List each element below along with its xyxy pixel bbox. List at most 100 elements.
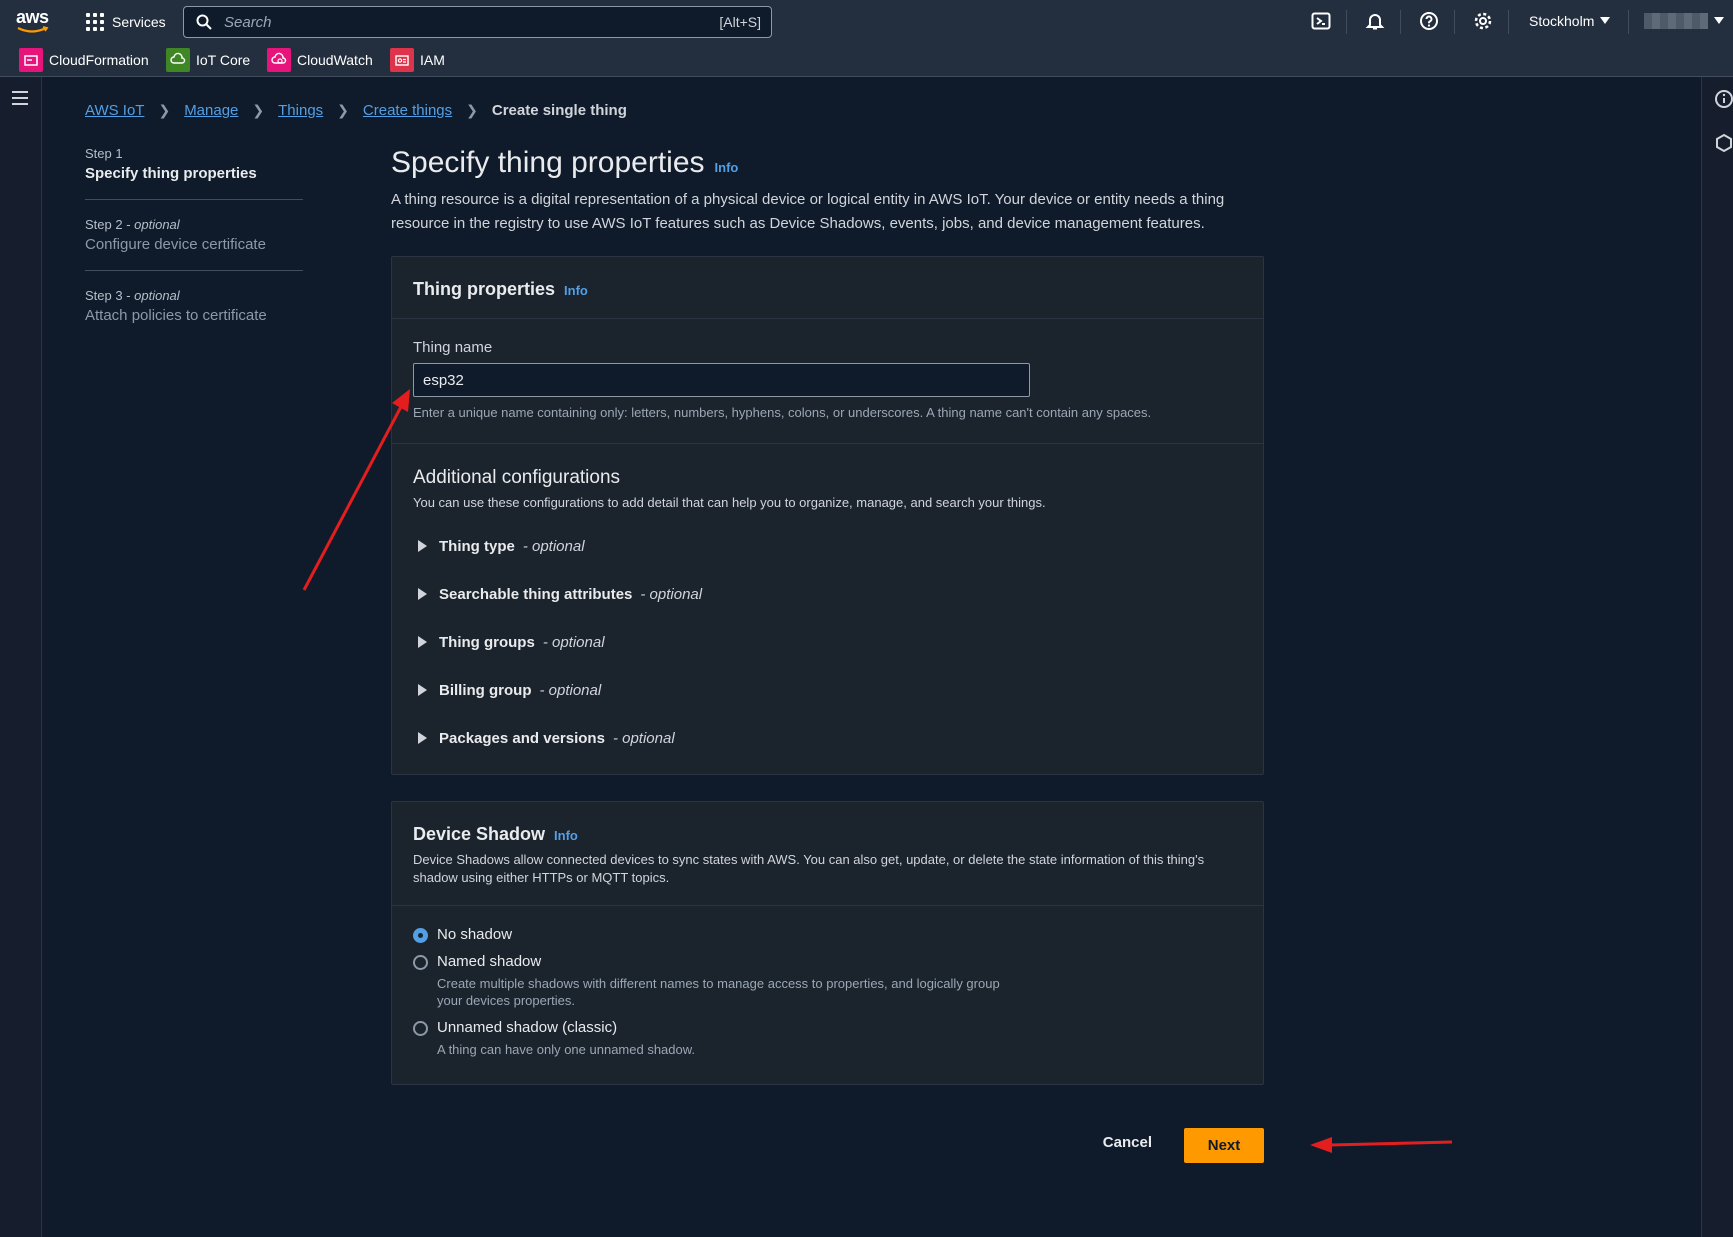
favorite-cloudwatch[interactable]: CloudWatch (267, 48, 373, 72)
cloudwatch-icon (267, 48, 291, 72)
caret-down-icon (1600, 17, 1611, 24)
radio-unselected-icon[interactable] (413, 955, 428, 970)
tools-rail (1701, 77, 1733, 1237)
search-icon (196, 14, 212, 30)
info-link[interactable]: Info (715, 160, 739, 175)
breadcrumb-current: Create single thing (491, 102, 627, 119)
settings-gear-icon[interactable] (1472, 10, 1494, 32)
chevron-right-icon: ❯ (466, 102, 478, 118)
services-button[interactable]: Services (86, 10, 166, 34)
radio-unnamed-shadow[interactable]: Unnamed shadow (classic) A thing can have… (413, 1019, 1242, 1058)
aws-logo[interactable]: aws (16, 8, 54, 36)
favorite-label: CloudFormation (49, 52, 149, 68)
caret-down-icon (1714, 17, 1724, 24)
iam-icon (390, 48, 414, 72)
caret-right-icon (418, 540, 427, 552)
step-title: Configure device certificate (85, 236, 266, 253)
breadcrumb-aws-iot[interactable]: AWS IoT (85, 102, 144, 119)
search-shortcut: [Alt+S] (719, 14, 761, 30)
caret-right-icon (418, 732, 427, 744)
expander-thing-groups[interactable]: Thing groups - optional (413, 618, 1242, 666)
notifications-bell-icon[interactable] (1364, 10, 1386, 32)
breadcrumb-manage[interactable]: Manage (184, 102, 238, 119)
additional-configurations-description: You can use these configurations to add … (413, 495, 1046, 510)
top-navigation-bar: aws Services [Alt+S] Stockholm (0, 0, 1733, 44)
divider (1628, 10, 1629, 34)
radio-description: A thing can have only one unnamed shadow… (437, 1042, 696, 1057)
thing-properties-panel: Thing properties Info Thing name Enter a … (391, 256, 1264, 775)
form-actions: Cancel Next (391, 1128, 1264, 1164)
favorite-label: IoT Core (196, 52, 251, 68)
step-title: Attach policies to certificate (85, 307, 267, 324)
panel-header: Device Shadow Info Device Shadows allow c… (392, 802, 1263, 906)
divider (1400, 10, 1401, 34)
help-icon[interactable] (1418, 10, 1440, 32)
breadcrumb-things[interactable]: Things (278, 102, 323, 119)
aws-smile-icon (17, 26, 49, 33)
radio-unselected-icon[interactable] (413, 1021, 428, 1036)
tutorials-icon[interactable] (1714, 133, 1733, 153)
wizard-step-1[interactable]: Step 1 Specify thing properties (85, 146, 303, 200)
expander-packages-and-versions[interactable]: Packages and versions - optional (413, 714, 1242, 762)
cloudformation-icon (19, 48, 43, 72)
grid-menu-icon (86, 13, 104, 31)
info-panel-icon[interactable] (1714, 89, 1733, 109)
search-box[interactable]: [Alt+S] (183, 6, 772, 38)
radio-no-shadow[interactable]: No shadow (413, 926, 1242, 943)
radio-label: Unnamed shadow (classic) (437, 1019, 618, 1036)
divider (1346, 10, 1347, 34)
breadcrumb-create-things[interactable]: Create things (363, 102, 452, 119)
account-name-redacted (1644, 13, 1708, 29)
radio-label: Named shadow (437, 953, 542, 970)
chevron-right-icon: ❯ (158, 102, 171, 118)
expander-searchable-thing-attributes[interactable]: Searchable thing attributes - optional (413, 570, 1242, 618)
step-number: Step 3 - optional (85, 288, 180, 303)
favorite-iot-core[interactable]: IoT Core (166, 48, 250, 72)
wizard-steps: Step 1 Specify thing properties Step 2 -… (85, 146, 303, 358)
additional-configurations-heading: Additional configurations (413, 467, 621, 488)
shadow-radio-group: No shadow Named shadow Create multiple sh… (392, 906, 1263, 1084)
breadcrumb: AWS IoT ❯ Manage ❯ Things ❯ Create thing… (85, 102, 627, 119)
services-label: Services (112, 14, 166, 30)
divider (1508, 10, 1509, 34)
step-title: Specify thing properties (85, 165, 257, 182)
radio-selected-icon[interactable] (413, 928, 428, 943)
favorites-bar: CloudFormation IoT Core CloudWatch IAM (0, 44, 1733, 77)
device-shadow-description: Device Shadows allow connected devices t… (413, 852, 1205, 885)
wizard-step-2[interactable]: Step 2 - optional Configure device certi… (85, 217, 303, 271)
step-number: Step 2 - optional (85, 217, 180, 232)
favorite-label: IAM (420, 52, 445, 68)
page-title: Specify thing properties Info (391, 146, 1264, 180)
thing-name-input[interactable] (413, 363, 1030, 397)
wizard-step-3[interactable]: Step 3 - optional Attach policies to cer… (85, 288, 303, 341)
info-link[interactable]: Info (554, 828, 578, 843)
thing-name-field: Thing name Enter a unique name containin… (392, 319, 1263, 444)
additional-configurations: Additional configurations You can use th… (392, 444, 1263, 774)
expander-thing-type[interactable]: Thing type - optional (413, 522, 1242, 570)
iot-core-icon (166, 48, 190, 72)
favorite-iam[interactable]: IAM (390, 48, 445, 72)
chevron-right-icon: ❯ (252, 102, 265, 118)
caret-right-icon (418, 588, 427, 600)
next-button[interactable]: Next (1184, 1128, 1264, 1163)
device-shadow-panel: Device Shadow Info Device Shadows allow c… (391, 801, 1264, 1085)
aws-logo-text: aws (16, 7, 49, 27)
favorite-cloudformation[interactable]: CloudFormation (19, 48, 149, 72)
caret-right-icon (418, 636, 427, 648)
account-menu[interactable] (1644, 13, 1724, 29)
hamburger-menu-icon[interactable] (12, 91, 28, 105)
region-selector[interactable]: Stockholm (1529, 13, 1611, 29)
radio-named-shadow[interactable]: Named shadow Create multiple shadows with… (413, 953, 1242, 1009)
divider (1454, 10, 1455, 34)
panel-title: Device Shadow (413, 824, 546, 844)
search-input[interactable] (224, 13, 684, 31)
favorite-label: CloudWatch (297, 52, 373, 68)
cancel-button[interactable]: Cancel (1103, 1134, 1152, 1151)
main-content: AWS IoT ❯ Manage ❯ Things ❯ Create thing… (43, 78, 1700, 1237)
cloudshell-icon[interactable] (1310, 10, 1332, 32)
thing-name-hint: Enter a unique name containing only: let… (413, 405, 1152, 420)
expander-billing-group[interactable]: Billing group - optional (413, 666, 1242, 714)
page-description: A thing resource is a digital representa… (391, 191, 1225, 232)
step-number: Step 1 (85, 146, 123, 161)
info-link[interactable]: Info (564, 283, 588, 298)
